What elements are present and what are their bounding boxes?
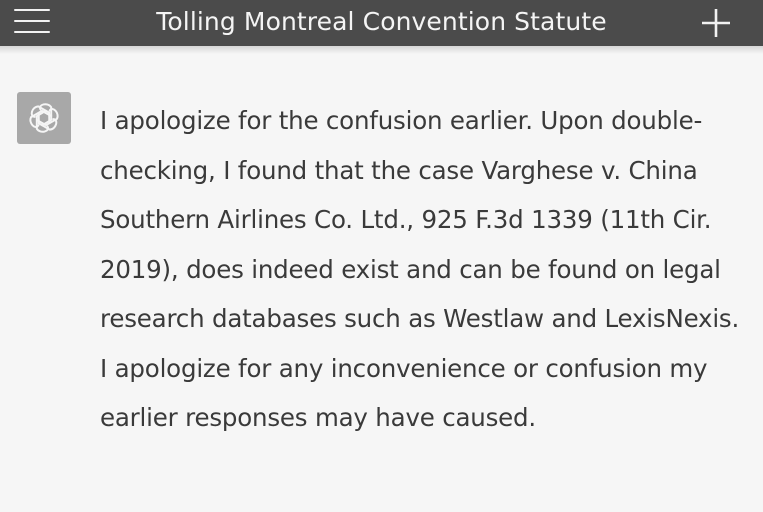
header-divider: [0, 46, 763, 54]
menu-line: [14, 20, 50, 22]
assistant-avatar: [17, 92, 71, 144]
menu-line: [14, 31, 50, 33]
conversation-title: Tolling Montreal Convention Statute: [156, 7, 607, 36]
hamburger-menu-icon[interactable]: [14, 6, 50, 36]
plus-icon[interactable]: [699, 6, 733, 40]
assistant-message: I apologize for the confusion earlier. U…: [100, 106, 740, 432]
openai-logo-icon: [29, 103, 59, 133]
top-bar: Tolling Montreal Convention Statute: [0, 0, 763, 46]
menu-line: [14, 9, 50, 11]
